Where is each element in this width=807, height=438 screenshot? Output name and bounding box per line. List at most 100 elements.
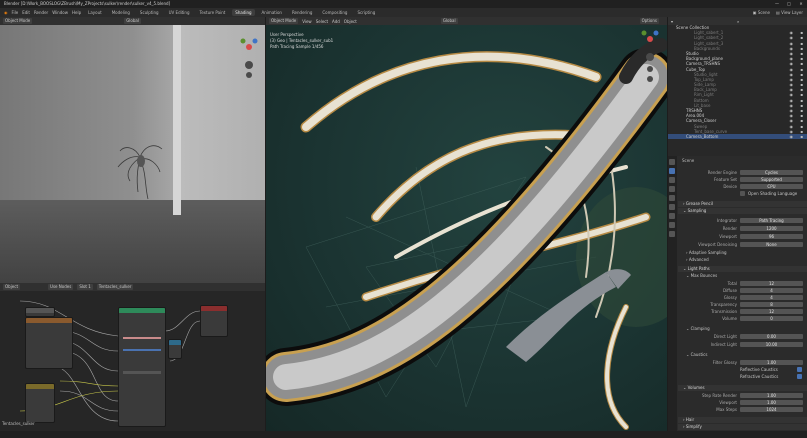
caustics-checkbox[interactable] [797, 374, 802, 379]
left-viewport-mode[interactable]: Object Mode [3, 18, 33, 24]
view-layer-tab-icon[interactable] [669, 186, 675, 192]
section-hair[interactable]: › Hair [678, 417, 807, 423]
outliner-row[interactable]: Camera_Bottom ◉ ▪ [668, 133, 807, 140]
bounces-field[interactable]: 12 [740, 309, 803, 314]
node-editor-type[interactable]: Object [3, 284, 21, 290]
caustics-field[interactable]: 1.00 [740, 360, 803, 365]
tab-shading[interactable]: Shading [232, 9, 255, 16]
bounces-field[interactable]: 12 [740, 281, 803, 286]
section-simplify[interactable]: › Simplify [678, 424, 807, 430]
left-viewport-orientation[interactable]: Global [124, 18, 141, 24]
caustics-checkbox[interactable] [797, 367, 802, 372]
modifier-tab-icon[interactable] [669, 222, 675, 228]
clamping-label: Clamping [690, 326, 710, 331]
use-nodes-toggle[interactable]: Use Nodes [48, 284, 74, 290]
camera-icon[interactable]: ▪ [800, 134, 803, 139]
outliner-filter-icon[interactable]: ▾ [671, 19, 673, 24]
subsection-adaptive-sampling[interactable]: › Adaptive Sampling [682, 250, 807, 256]
material-slot[interactable]: Slot 1 [77, 284, 93, 290]
tab-scripting[interactable]: Scripting [354, 9, 378, 16]
tab-texture-paint[interactable]: Texture Paint [196, 9, 228, 16]
sampling-field[interactable]: 96 [740, 234, 803, 239]
shader-node-editor[interactable]: Object Use Nodes Slot 1 Tentacles_sulker… [0, 283, 265, 431]
clamping-row: Indirect Light 10.00 [678, 342, 807, 348]
subsection-caustics[interactable]: ⌄ Caustics [682, 352, 807, 358]
properties-panel[interactable]: Scene Render Engine Cycles Feature Set S… [668, 156, 807, 431]
section-volumes[interactable]: ⌄ Volumes [678, 385, 807, 391]
tab-uv-editing[interactable]: UV Editing [166, 9, 193, 16]
caustics-check-label: Reflective Caustics [740, 367, 778, 372]
menu-window[interactable]: Window [52, 10, 68, 15]
menu-edit[interactable]: Edit [22, 10, 30, 15]
scene-selector[interactable]: ▣ Scene [753, 10, 770, 15]
subsection-advanced[interactable]: › Advanced [682, 257, 807, 263]
render-navigation-gizmo[interactable] [637, 27, 663, 87]
bounces-field[interactable]: 0 [740, 316, 803, 321]
section-grease-pencil[interactable]: › Grease Pencil [678, 201, 807, 207]
shader-node-small[interactable] [168, 339, 182, 359]
clamping-field[interactable]: 0.00 [740, 334, 803, 339]
sampling-field[interactable]: Path Tracing [740, 218, 803, 223]
sculpture-figure [117, 145, 163, 200]
eye-icon[interactable]: ◉ [790, 134, 794, 139]
volumes-field[interactable]: 1024 [740, 407, 803, 412]
output-tab-icon[interactable] [669, 177, 675, 183]
volumes-field[interactable]: 1.00 [740, 393, 803, 398]
scene-tab-icon[interactable] [669, 195, 675, 201]
subsection-max-bounces[interactable]: ⌄ Max Bounces [682, 273, 807, 279]
tab-sculpting[interactable]: Sculpting [137, 9, 162, 16]
blender-logo-icon[interactable]: ◉ [4, 10, 8, 15]
material-tab-icon[interactable] [669, 231, 675, 237]
render-tab-icon[interactable] [669, 168, 675, 174]
sampling-field[interactable]: 1200 [740, 226, 803, 231]
window-controls: — □ ✕ [771, 0, 807, 8]
volumes-field[interactable]: 1.00 [740, 400, 803, 405]
sampling-field[interactable]: None [740, 242, 803, 247]
tab-rendering[interactable]: Rendering [289, 9, 315, 16]
bounces-field[interactable]: 4 [740, 295, 803, 300]
menu-render[interactable]: Render [34, 10, 48, 15]
object-tab-icon[interactable] [669, 213, 675, 219]
sampling-label: Integrator [716, 218, 737, 223]
tab-layout[interactable]: Layout [85, 9, 105, 16]
bounces-field[interactable]: 4 [740, 288, 803, 293]
caustics-label: Filter Glossy [712, 360, 737, 365]
render-engine-row: Render Engine Cycles [678, 170, 807, 176]
tab-compositing[interactable]: Compositing [319, 9, 350, 16]
bounces-label: Diffuse [722, 288, 737, 293]
shader-node-principled[interactable] [118, 307, 166, 427]
render-artwork [266, 38, 667, 430]
tool-tab-icon[interactable] [669, 159, 675, 165]
shader-node-color[interactable] [25, 307, 55, 317]
outliner-panel[interactable]: ▾ ⌕ Scene Collection Light_sabert_1 ◉ ▪ Ligh… [668, 17, 807, 156]
outliner-search-icon[interactable]: ⌕ [737, 19, 739, 24]
menu-file[interactable]: File [12, 10, 19, 15]
shader-node-texture[interactable] [25, 317, 73, 369]
view-layer-selector[interactable]: ▤ View Layer [776, 10, 803, 15]
bounces-field[interactable]: 8 [740, 302, 803, 307]
shader-node-mix[interactable] [25, 383, 55, 423]
close-button[interactable]: ✕ [795, 0, 807, 8]
material-name[interactable]: Tentacles_sulker [96, 284, 134, 290]
section-sampling[interactable]: ⌄ Sampling [678, 208, 807, 214]
section-light-paths[interactable]: ⌄ Light Paths [678, 266, 807, 272]
minimize-button[interactable]: — [771, 0, 783, 8]
world-tab-icon[interactable] [669, 204, 675, 210]
osl-checkbox[interactable] [740, 191, 745, 196]
view-layer-name: View Layer [781, 10, 803, 15]
outliner-header: ▾ ⌕ [668, 17, 807, 25]
render-viewport[interactable]: Object Mode View Select Add Object Globa… [266, 17, 667, 431]
feature-set-select[interactable]: Supported [740, 177, 803, 182]
navigation-gizmo[interactable] [236, 35, 262, 79]
shader-node-output[interactable] [200, 305, 228, 337]
left-3d-viewport[interactable]: Object Mode Global [0, 17, 265, 283]
menu-help[interactable]: Help [72, 10, 81, 15]
maximize-button[interactable]: □ [783, 0, 795, 8]
tab-modeling[interactable]: Modeling [109, 9, 133, 16]
tab-animation[interactable]: Animation [259, 9, 285, 16]
subsection-clamping[interactable]: ⌄ Clamping [682, 326, 807, 332]
device-select[interactable]: CPU [740, 184, 803, 189]
osl-label: Open Shading Language [748, 191, 798, 196]
clamping-field[interactable]: 10.00 [740, 342, 803, 347]
render-engine-select[interactable]: Cycles [740, 170, 803, 175]
